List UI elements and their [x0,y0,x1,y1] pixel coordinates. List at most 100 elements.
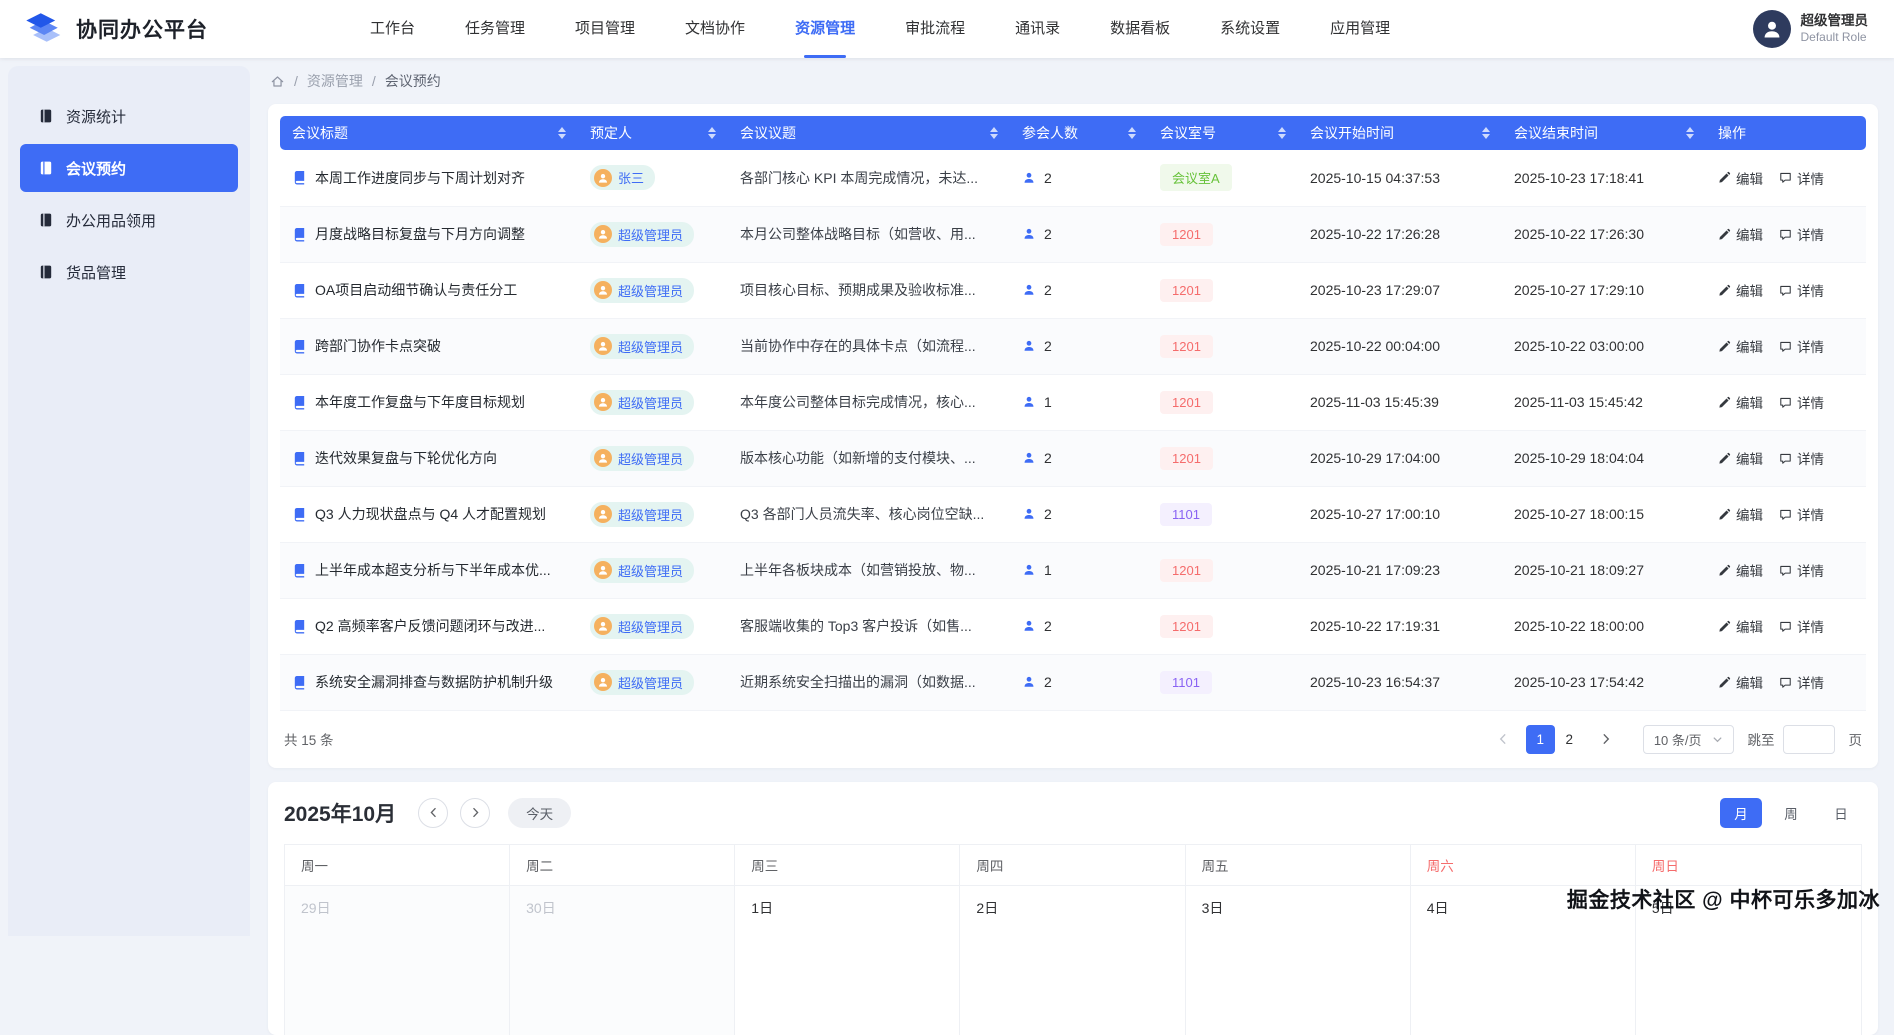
detail-button[interactable]: 详情 [1779,336,1824,356]
edit-button[interactable]: 编辑 [1718,560,1763,580]
edit-button[interactable]: 编辑 [1718,392,1763,412]
sort-icon[interactable] [1686,127,1694,139]
nav-item-6[interactable]: 通讯录 [1015,0,1060,58]
breadcrumb-item-resource[interactable]: 资源管理 [307,71,363,91]
edit-button[interactable]: 编辑 [1718,616,1763,636]
nav-item-4[interactable]: 资源管理 [795,0,855,58]
sidebar-item-1[interactable]: 会议预约 [20,144,238,192]
sidebar-item-3[interactable]: 货品管理 [20,248,238,296]
calendar-date-cell[interactable]: 1日 [735,885,960,1035]
meeting-row: OA项目启动细节确认与责任分工超级管理员项目核心目标、预期成果及验收标准...2… [280,262,1866,318]
nav-item-2[interactable]: 项目管理 [575,0,635,58]
column-header-4[interactable]: 会议室号 [1148,116,1298,150]
booker-avatar-icon [594,169,612,187]
calendar-prev-button[interactable] [418,798,448,828]
date-label: 2日 [976,900,998,916]
column-header-3[interactable]: 参会人数 [1010,116,1148,150]
end-time: 2025-10-29 18:04:04 [1514,450,1644,466]
calendar-view-button-0[interactable]: 月 [1720,798,1762,828]
prev-page-button[interactable] [1489,725,1518,754]
nav-item-1[interactable]: 任务管理 [465,0,525,58]
nav-item-7[interactable]: 数据看板 [1110,0,1170,58]
calendar-date-cell[interactable]: 2日 [960,885,1185,1035]
detail-button[interactable]: 详情 [1779,672,1824,692]
notebook-icon [38,108,54,124]
booker-badge: 超级管理员 [590,390,694,415]
page-button-1[interactable]: 1 [1526,725,1555,754]
edit-icon [1718,508,1731,521]
app-logo-icon [26,12,64,46]
room-badge: 1201 [1160,223,1213,246]
meeting-title: 本年度工作复盘与下年度目标规划 [315,392,525,412]
edit-button[interactable]: 编辑 [1718,168,1763,188]
nav-item-9[interactable]: 应用管理 [1330,0,1390,58]
meeting-title: Q3 人力现状盘点与 Q4 人才配置规划 [315,504,546,524]
booker-avatar-icon [594,337,612,355]
edit-button[interactable]: 编辑 [1718,336,1763,356]
edit-button[interactable]: 编辑 [1718,448,1763,468]
next-page-button[interactable] [1592,725,1621,754]
calendar-next-button[interactable] [460,798,490,828]
calendar-date-cell[interactable]: 30日 [510,885,735,1035]
edit-button[interactable]: 编辑 [1718,504,1763,524]
page-jump-input[interactable] [1783,725,1835,754]
booker-badge: 超级管理员 [590,222,694,247]
sidebar-item-0[interactable]: 资源统计 [20,92,238,140]
detail-button[interactable]: 详情 [1779,224,1824,244]
start-time: 2025-10-29 17:04:00 [1310,450,1440,466]
start-time: 2025-11-03 15:45:39 [1310,394,1439,410]
room-badge: 1101 [1160,671,1212,694]
sort-icon[interactable] [1128,127,1136,139]
nav-item-3[interactable]: 文档协作 [685,0,745,58]
home-icon[interactable] [270,74,285,89]
column-header-1[interactable]: 预定人 [578,116,728,150]
detail-button[interactable]: 详情 [1779,616,1824,636]
edit-icon [1718,284,1731,297]
edit-icon [1718,396,1731,409]
person-icon [597,172,609,184]
nav-item-0[interactable]: 工作台 [370,0,415,58]
detail-button[interactable]: 详情 [1779,392,1824,412]
detail-button[interactable]: 详情 [1779,560,1824,580]
detail-icon [1779,564,1792,577]
nav-item-5[interactable]: 审批流程 [905,0,965,58]
column-header-0[interactable]: 会议标题 [280,116,578,150]
sort-icon[interactable] [1278,127,1286,139]
booker-badge: 张三 [590,165,655,190]
detail-button[interactable]: 详情 [1779,448,1824,468]
calendar-date-cell[interactable]: 29日 [285,885,510,1035]
detail-button[interactable]: 详情 [1779,168,1824,188]
sort-icon[interactable] [1482,127,1490,139]
attendee-count: 2 [1044,674,1052,690]
calendar-view-button-2[interactable]: 日 [1820,798,1862,828]
end-time: 2025-10-23 17:18:41 [1514,170,1644,186]
meeting-row: 迭代效果复盘与下轮优化方向超级管理员版本核心功能（如新增的支付模块、...212… [280,430,1866,486]
weekday-label: 周一 [285,845,510,885]
detail-button[interactable]: 详情 [1779,504,1824,524]
sort-icon[interactable] [558,127,566,139]
page-size-select[interactable]: 10 条/页 [1643,725,1734,754]
nav-item-8[interactable]: 系统设置 [1220,0,1280,58]
edit-button[interactable]: 编辑 [1718,280,1763,300]
detail-button[interactable]: 详情 [1779,280,1824,300]
attendee-count: 1 [1044,394,1052,410]
meeting-topic: 各部门核心 KPI 本周完成情况，未达... [740,168,998,188]
attendees-icon [1022,451,1036,465]
calendar-today-button[interactable]: 今天 [508,798,571,828]
user-menu[interactable]: 超级管理员 Default Role [1753,10,1869,48]
book-icon [292,563,307,578]
calendar-view-button-1[interactable]: 周 [1770,798,1812,828]
column-header-5[interactable]: 会议开始时间 [1298,116,1502,150]
page-button-2[interactable]: 2 [1555,725,1584,754]
calendar-date-cell[interactable]: 3日 [1186,885,1411,1035]
detail-icon [1779,171,1792,184]
sort-icon[interactable] [990,127,998,139]
notebook-icon [38,264,54,280]
edit-button[interactable]: 编辑 [1718,672,1763,692]
sidebar-item-2[interactable]: 办公用品领用 [20,196,238,244]
edit-button[interactable]: 编辑 [1718,224,1763,244]
booker-avatar-icon [594,393,612,411]
sort-icon[interactable] [708,127,716,139]
column-header-6[interactable]: 会议结束时间 [1502,116,1706,150]
column-header-2[interactable]: 会议议题 [728,116,1010,150]
